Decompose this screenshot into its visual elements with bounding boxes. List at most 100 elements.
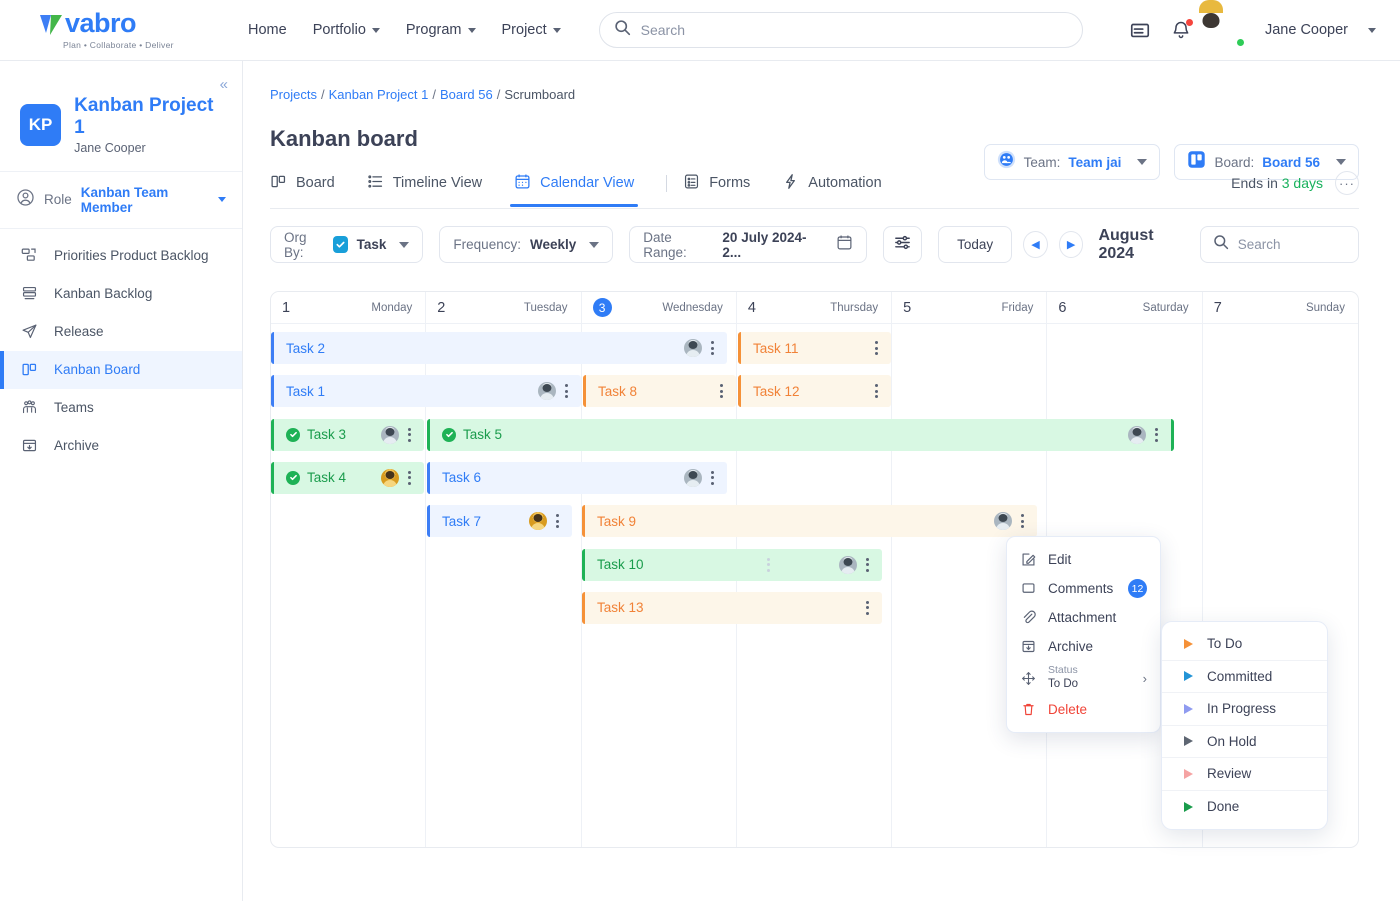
today-button[interactable]: Today <box>938 226 1012 263</box>
filter-settings-button[interactable] <box>883 226 922 263</box>
sidebar-item-release[interactable]: Release <box>0 313 242 351</box>
tab-forms[interactable]: Forms <box>683 173 764 206</box>
role-value-dropdown[interactable]: Kanban Team Member <box>81 185 226 215</box>
task-assignee-avatar[interactable] <box>381 426 399 444</box>
task-more-options-icon[interactable] <box>863 556 872 574</box>
task-bar[interactable]: Task 12 <box>738 375 891 407</box>
breadcrumb-item-board-56[interactable]: Board 56 <box>440 87 493 102</box>
global-search-input[interactable] <box>641 22 1068 38</box>
task-assignee-avatar[interactable] <box>684 469 702 487</box>
context-menu-item-comments[interactable]: Comments 12 <box>1007 574 1160 603</box>
tab-timeline-view[interactable]: Timeline View <box>367 173 496 206</box>
task-assignee-avatar[interactable] <box>529 512 547 530</box>
task-more-options-icon[interactable] <box>717 382 726 400</box>
previous-period-button[interactable]: ◀ <box>1023 231 1048 258</box>
frequency-selector[interactable]: Frequency: Weekly <box>439 226 613 263</box>
app-logo[interactable]: vabro Plan • Collaborate • Deliver <box>0 10 200 50</box>
project-name[interactable]: Kanban Project 1 <box>74 95 226 139</box>
task-assignee-avatar[interactable] <box>538 382 556 400</box>
task-bar[interactable]: Task 11 <box>738 332 891 364</box>
backlog-stack-icon <box>20 284 39 303</box>
task-more-options-icon[interactable] <box>405 469 414 487</box>
task-more-options-icon[interactable] <box>872 382 881 400</box>
announcements-icon[interactable] <box>1129 19 1151 41</box>
status-option-on-hold[interactable]: On Hold <box>1162 726 1327 759</box>
board-more-options-icon[interactable]: ··· <box>1335 171 1359 195</box>
task-bar[interactable]: Task 6 <box>427 462 727 494</box>
calendar-day-header-monday[interactable]: 1Monday <box>271 292 426 323</box>
next-period-button[interactable]: ▶ <box>1059 231 1084 258</box>
status-option-to-do[interactable]: To Do <box>1162 628 1327 661</box>
status-option-committed[interactable]: Committed <box>1162 661 1327 694</box>
user-name-label[interactable]: Jane Cooper <box>1265 22 1348 38</box>
task-bar[interactable]: Task 3 <box>271 419 424 451</box>
breadcrumb: Projects / Kanban Project 1 / Board 56 /… <box>243 61 1400 102</box>
nav-item-portfolio[interactable]: Portfolio <box>313 22 380 38</box>
date-range-selector[interactable]: Date Range: 20 July 2024- 2... <box>629 226 867 263</box>
sidebar-item-archive[interactable]: Archive <box>0 427 242 465</box>
nav-item-project[interactable]: Project <box>502 22 561 38</box>
task-bar[interactable]: Task 2 <box>271 332 727 364</box>
task-bar[interactable]: Task 1 <box>271 375 581 407</box>
context-menu-item-delete[interactable]: Delete <box>1007 695 1160 724</box>
calendar-day-header-thursday[interactable]: 4Thursday <box>737 292 892 323</box>
context-menu-item-attachment[interactable]: Attachment <box>1007 603 1160 632</box>
calendar-day-header-sunday[interactable]: 7Sunday <box>1203 292 1358 323</box>
calendar-day-header-friday[interactable]: 5Friday <box>892 292 1047 323</box>
task-assignee-avatar[interactable] <box>839 556 857 574</box>
org-by-selector[interactable]: Org By: Task <box>270 226 423 263</box>
task-more-options-icon[interactable] <box>1152 426 1161 444</box>
sidebar-item-priorities-product-backlog[interactable]: Priorities Product Backlog <box>0 237 242 275</box>
global-search[interactable] <box>599 12 1083 48</box>
context-menu-item-archive[interactable]: Archive <box>1007 632 1160 661</box>
nav-item-home[interactable]: Home <box>248 22 287 38</box>
task-assignee-avatar[interactable] <box>381 469 399 487</box>
task-bar[interactable]: Task 9 <box>582 505 1037 537</box>
status-option-done[interactable]: Done <box>1162 791 1327 824</box>
tab-board[interactable]: Board <box>270 173 349 206</box>
task-bar[interactable]: Task 7 <box>427 505 572 537</box>
avatar[interactable] <box>1211 13 1245 47</box>
calendar-icon[interactable] <box>836 234 853 256</box>
tab-calendar-view[interactable]: Calendar View <box>514 173 648 206</box>
status-option-review[interactable]: Review <box>1162 758 1327 791</box>
task-bar[interactable]: Task 5 <box>427 419 1174 451</box>
sidebar-item-teams[interactable]: Teams <box>0 389 242 427</box>
task-bar[interactable]: Task 10 <box>582 549 882 581</box>
task-more-options-icon[interactable] <box>553 512 562 530</box>
context-menu-item-status[interactable]: Status To Do › <box>1007 661 1160 695</box>
breadcrumb-item-kanban-project-1[interactable]: Kanban Project 1 <box>329 87 429 102</box>
task-assignee-avatar[interactable] <box>1128 426 1146 444</box>
task-bar[interactable]: Task 4 <box>271 462 424 494</box>
sidebar-item-kanban-board[interactable]: Kanban Board <box>0 351 242 389</box>
task-assignee-avatar[interactable] <box>994 512 1012 530</box>
notifications-bell-icon[interactable] <box>1171 20 1191 40</box>
task-drag-handle-icon[interactable] <box>764 556 773 574</box>
chevron-down-icon[interactable] <box>1368 28 1376 33</box>
sidebar-item-kanban-backlog[interactable]: Kanban Backlog <box>0 275 242 313</box>
nav-item-program[interactable]: Program <box>406 22 476 38</box>
calendar-day-header-tuesday[interactable]: 2Tuesday <box>426 292 581 323</box>
sidebar-collapse-icon[interactable]: « <box>220 77 228 92</box>
calendar-search-input[interactable] <box>1238 237 1346 252</box>
task-more-options-icon[interactable] <box>708 339 717 357</box>
calendar-day-header-wednesday[interactable]: 3Wednesday <box>582 292 737 323</box>
tab-automation[interactable]: Automation <box>782 173 895 206</box>
task-bar[interactable]: Task 8 <box>583 375 736 407</box>
task-more-options-icon[interactable] <box>405 426 414 444</box>
task-more-options-icon[interactable] <box>872 339 881 357</box>
task-more-options-icon[interactable] <box>708 469 717 487</box>
sidebar-role-row[interactable]: Role Kanban Team Member <box>0 172 242 229</box>
task-more-options-icon[interactable] <box>1018 512 1027 530</box>
calendar-day-header-saturday[interactable]: 6Saturday <box>1047 292 1202 323</box>
task-name: Task 12 <box>753 384 800 399</box>
calendar-search[interactable] <box>1200 226 1359 263</box>
task-assignee-avatar[interactable] <box>684 339 702 357</box>
status-option-in-progress[interactable]: In Progress <box>1162 693 1327 726</box>
role-label: Role <box>44 192 72 207</box>
context-menu-item-edit[interactable]: Edit <box>1007 545 1160 574</box>
task-more-options-icon[interactable] <box>863 599 872 617</box>
breadcrumb-item-projects[interactable]: Projects <box>270 87 317 102</box>
task-more-options-icon[interactable] <box>562 382 571 400</box>
task-bar[interactable]: Task 13 <box>582 592 882 624</box>
